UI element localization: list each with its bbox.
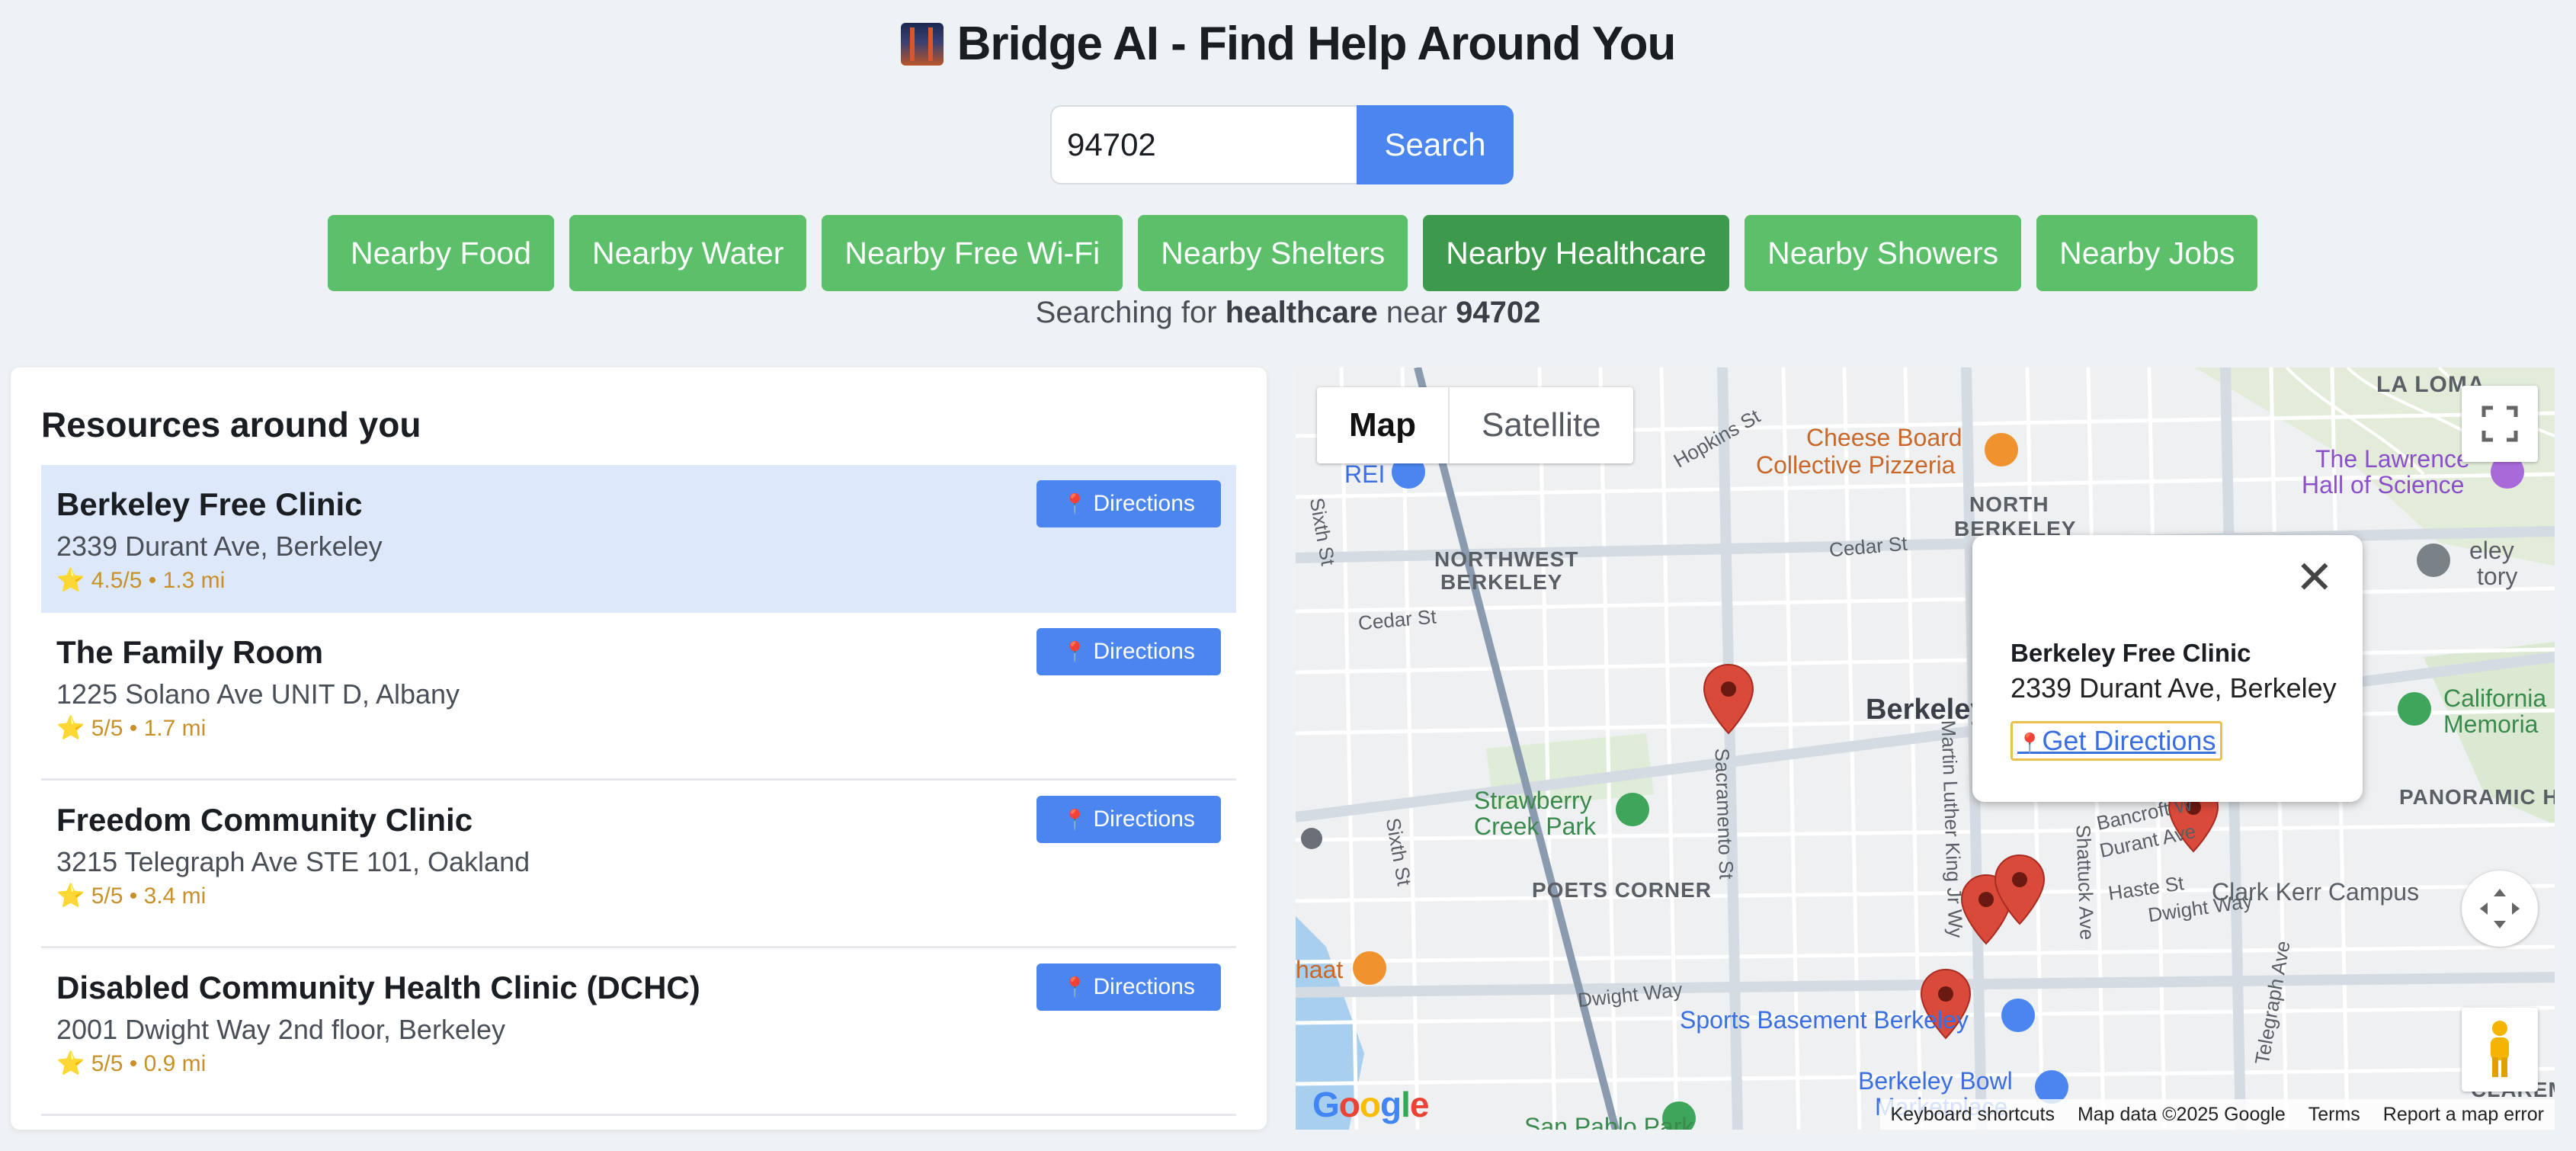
resources-panel: Resources around you Berkeley Free Clini… (11, 367, 1267, 1130)
pin-icon: 📍 (1062, 640, 1088, 663)
resource-address: 1225 Solano Ave UNIT D, Albany (56, 678, 460, 710)
map-info-window: ✕ Berkeley Free Clinic 2339 Durant Ave, … (1972, 535, 2363, 802)
resource-rating: ⭐ 5/5 • 1.7 mi (56, 716, 207, 741)
search-bar: Search (1050, 105, 1514, 184)
nearby-wifi-button[interactable]: Nearby Free Wi-Fi (822, 215, 1123, 291)
search-button[interactable]: Search (1357, 105, 1514, 184)
pin-icon: 📍 (1062, 492, 1088, 515)
resource-rating: ⭐ 5/5 • 3.4 mi (56, 883, 207, 909)
directions-button[interactable]: 📍 Directions (1036, 628, 1221, 675)
resources-title: Resources around you (41, 405, 421, 444)
map-label-tory: tory (2477, 563, 2518, 590)
bridge-icon (900, 22, 944, 66)
map-label-cheese-board-2: Collective Pizzeria (1756, 451, 1956, 479)
search-zip: 94702 (1456, 296, 1541, 329)
popup-place-address: 2339 Durant Ave, Berkeley (2010, 672, 2337, 704)
pin-icon: 📍 (1062, 807, 1088, 831)
pegman-icon[interactable] (2462, 1008, 2538, 1092)
resource-address: 3215 Telegraph Ave STE 101, Oakland (56, 846, 530, 877)
map-type-toggle: Map Satellite (1317, 387, 1633, 463)
map-label-lawrence-2: Hall of Science (2302, 471, 2465, 499)
map-label-berkeley-bowl: Berkeley Bowl (1858, 1067, 2013, 1095)
pin-icon: 📍 (1062, 975, 1088, 999)
map-label-poets-corner: POETS CORNER (1532, 878, 1713, 902)
pin-icon: 📍 (2017, 732, 2043, 755)
resources-list: Berkeley Free Clinic 2339 Durant Ave, Be… (41, 465, 1236, 1116)
resource-item[interactable]: Disabled Community Health Clinic (DCHC) … (41, 948, 1236, 1116)
map-label-cheese-board: Cheese Board (1806, 424, 1962, 451)
resource-address: 2339 Durant Ave, Berkeley (56, 531, 383, 562)
search-input[interactable] (1050, 105, 1357, 184)
map-label-panoramic: PANORAMIC H (2399, 785, 2555, 809)
resource-name: The Family Room (56, 634, 324, 670)
keyboard-shortcuts-link[interactable]: Keyboard shortcuts (1891, 1104, 2055, 1126)
map-label-northwest-2: BERKELEY (1440, 570, 1563, 594)
resource-name: Berkeley Free Clinic (56, 486, 363, 522)
map-label-strawberry: Strawberry (1474, 787, 1592, 814)
map-label-california: California (2443, 685, 2547, 712)
page-title: Bridge AI - Find Help Around You (0, 17, 2576, 71)
map-label-california-2: Memoria (2443, 710, 2539, 738)
close-icon[interactable]: ✕ (2296, 555, 2334, 601)
map-label-rei: REI (1344, 460, 1386, 488)
terms-link[interactable]: Terms (2308, 1104, 2360, 1126)
directions-button[interactable]: 📍 Directions (1036, 963, 1221, 1011)
map-label-strawberry-2: Creek Park (1474, 813, 1597, 840)
map-data-text: Map data ©2025 Google (2077, 1103, 2286, 1125)
map-label-north-berkeley: NORTH (1969, 492, 2049, 516)
map-label-berkeley: Berkeley (1866, 694, 1987, 726)
resource-rating: ⭐ 5/5 • 0.9 mi (56, 1051, 207, 1076)
directions-button[interactable]: 📍 Directions (1036, 796, 1221, 843)
search-term: healthcare (1225, 296, 1378, 329)
nearby-showers-button[interactable]: Nearby Showers (1745, 215, 2022, 291)
map-label-sacramento: Sacramento St (1710, 748, 1738, 880)
nearby-water-button[interactable]: Nearby Water (569, 215, 807, 291)
map-label-eley: eley (2469, 537, 2514, 564)
map-label-shattuck: Shattuck Ave (2071, 824, 2099, 941)
map-type-satellite-button[interactable]: Satellite (1450, 387, 1633, 463)
map-label-haat: haat (1296, 956, 1344, 983)
map-label-clark-kerr: Clark Kerr Campus (2212, 878, 2420, 906)
map-type-map-button[interactable]: Map (1317, 387, 1450, 463)
resource-item[interactable]: The Family Room 1225 Solano Ave UNIT D, … (41, 613, 1236, 781)
get-directions-link[interactable]: 📍Get Directions (2010, 721, 2223, 761)
map-label-sports-basement: Sports Basement Berkeley (1680, 1006, 1969, 1034)
resource-rating: ⭐ 4.5/5 • 1.3 mi (56, 568, 226, 593)
resource-name: Freedom Community Clinic (56, 802, 473, 838)
resource-name: Disabled Community Health Clinic (DCHC) (56, 970, 700, 1005)
resource-item[interactable]: Freedom Community Clinic 3215 Telegraph … (41, 781, 1236, 948)
map-attribution: Keyboard shortcuts Map data ©2025 Google… (1879, 1099, 2555, 1130)
directions-button[interactable]: 📍 Directions (1036, 480, 1221, 527)
google-logo: Google (1312, 1085, 1429, 1124)
resource-item[interactable]: Berkeley Free Clinic 2339 Durant Ave, Be… (41, 465, 1236, 613)
map-label-san-pablo: San Pablo Park (1524, 1113, 1694, 1130)
map-label-northwest: NORTHWEST (1434, 547, 1579, 571)
category-buttons: Nearby Food Nearby Water Nearby Free Wi-… (328, 215, 2258, 291)
popup-place-name: Berkeley Free Clinic (2010, 639, 2251, 667)
page-title-text: Bridge AI - Find Help Around You (956, 18, 1677, 70)
resource-address: 2001 Dwight Way 2nd floor, Berkeley (56, 1014, 505, 1045)
nearby-jobs-button[interactable]: Nearby Jobs (2036, 215, 2258, 291)
nearby-healthcare-button[interactable]: Nearby Healthcare (1423, 215, 1730, 291)
fullscreen-icon[interactable] (2462, 386, 2538, 462)
camera-control-icon[interactable] (2462, 870, 2538, 947)
nearby-shelters-button[interactable]: Nearby Shelters (1138, 215, 1408, 291)
report-map-error-link[interactable]: Report a map error (2383, 1104, 2544, 1126)
nearby-food-button[interactable]: Nearby Food (328, 215, 555, 291)
map[interactable]: LA LOMA Hopkins St Cheese Board Collecti… (1296, 367, 2555, 1130)
map-label-lawrence: The Lawrence (2315, 445, 2470, 473)
search-status: Searching for healthcare near 94702 (1035, 296, 1541, 329)
